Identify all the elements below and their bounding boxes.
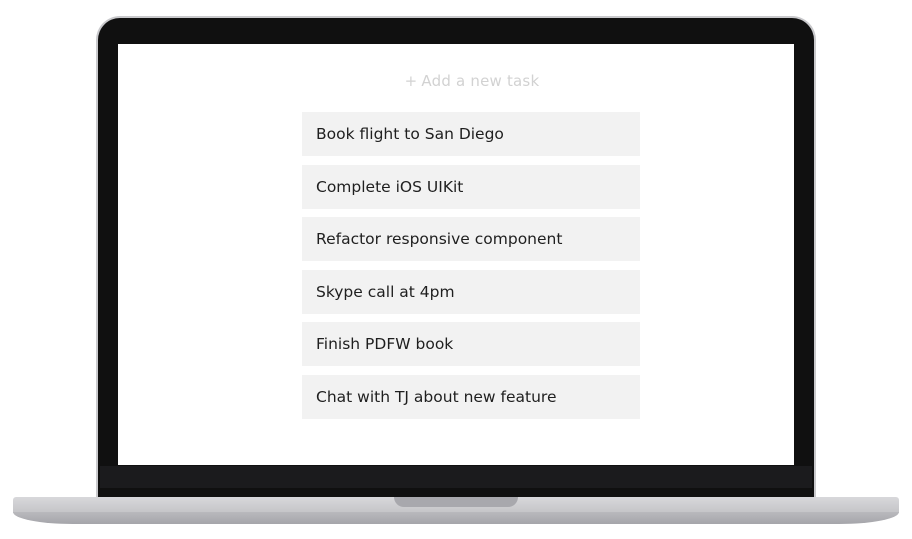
- task-item[interactable]: Skype call at 4pm: [302, 269, 640, 314]
- add-task-placeholder: Add a new task: [421, 72, 540, 90]
- laptop-base-edge: [13, 512, 899, 524]
- laptop-screen: + Add a new task Book flight to San Diego…: [118, 44, 794, 465]
- task-label: Finish PDFW book: [316, 335, 454, 354]
- laptop-opening-notch: [394, 497, 518, 507]
- laptop-mockup: + Add a new task Book flight to San Diego…: [0, 0, 912, 539]
- task-item[interactable]: Finish PDFW book: [302, 322, 640, 367]
- task-label: Refactor responsive component: [316, 230, 563, 249]
- task-label: Chat with TJ about new feature: [316, 387, 557, 406]
- task-item[interactable]: Refactor responsive component: [302, 217, 640, 262]
- plus-icon: +: [404, 72, 418, 90]
- task-item[interactable]: Chat with TJ about new feature: [302, 374, 640, 419]
- add-task-input[interactable]: + Add a new task: [118, 72, 794, 90]
- task-label: Complete iOS UIKit: [316, 177, 464, 196]
- task-item[interactable]: Book flight to San Diego: [302, 112, 640, 156]
- task-label: Book flight to San Diego: [316, 125, 504, 143]
- task-label: Skype call at 4pm: [316, 282, 455, 301]
- task-list: Book flight to San Diego Complete iOS UI…: [302, 112, 640, 428]
- task-item[interactable]: Complete iOS UIKit: [302, 164, 640, 209]
- laptop-chin: [100, 466, 812, 488]
